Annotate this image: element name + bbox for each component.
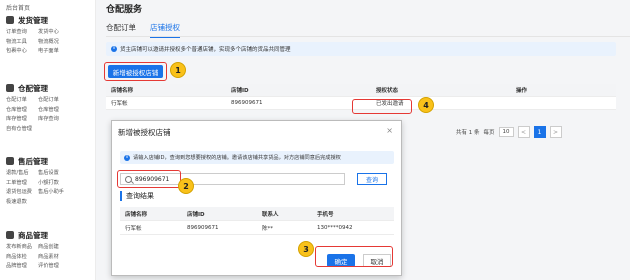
- sidebar-item[interactable]: 仓配订单: [38, 96, 70, 106]
- info-icon: i: [111, 46, 117, 52]
- service-icon: [6, 157, 14, 165]
- highlight-box: [117, 170, 181, 188]
- sidebar-group-title: 商品管理: [18, 230, 48, 240]
- sidebar-item[interactable]: 仓配订单: [6, 96, 38, 106]
- table-header: 店铺名称 店铺ID 联系人 手机号: [120, 207, 394, 221]
- sidebar-group-goods: 商品管理 发布新商品 商品创建 商品体检 商品素材 品牌管理 评价管理: [0, 229, 95, 272]
- modal-title: 新增被授权店铺: [118, 128, 171, 137]
- col-store-id: 店铺ID: [231, 88, 249, 94]
- sidebar-home-link[interactable]: 后台首页: [6, 3, 30, 12]
- add-store-modal: 新增被授权店铺 × i 请输入店铺ID，查询到您想要授权的店铺。邀请该店铺共享货品…: [111, 120, 402, 276]
- close-icon[interactable]: ×: [386, 126, 393, 135]
- sidebar-item[interactable]: 售后设置: [38, 169, 70, 179]
- info-banner: i 货主店铺可以邀请并授权多个普通店铺，实现多个店铺的货品共同管理: [106, 42, 616, 56]
- sidebar-item[interactable]: 自有仓管理: [6, 125, 38, 135]
- highlight-box: [315, 246, 393, 267]
- highlight-box: [104, 62, 167, 81]
- sidebar-group-header[interactable]: 发货管理: [0, 14, 95, 26]
- col-store-name: 店铺名称: [125, 211, 148, 218]
- result-table: 店铺名称 店铺ID 联系人 手机号 行军帐 896909671 陈** 130*…: [120, 207, 394, 235]
- next-page-button[interactable]: >: [549, 126, 562, 138]
- table-row[interactable]: 行军帐 896909671 陈** 130****0942: [120, 221, 394, 235]
- query-button[interactable]: 查询: [357, 173, 387, 185]
- sidebar: 后台首页 发货管理 订单查询 发货中心 物流工具 物流概况 包裹中心 电子面单 …: [0, 0, 96, 280]
- sidebar-item[interactable]: 发布新商品: [6, 243, 38, 253]
- truck-icon: [6, 16, 14, 24]
- modal-info-text: 请输入店铺ID，查询到您想要授权的店铺。邀请该店铺共享货品，对方店铺同意后完成授…: [133, 155, 341, 161]
- tab-divider: [106, 36, 630, 37]
- sidebar-item[interactable]: 工单管理: [6, 179, 38, 189]
- sidebar-item[interactable]: 库存查询: [38, 115, 70, 125]
- sidebar-item[interactable]: 库存管理: [6, 115, 38, 125]
- per-page-label: 每页: [483, 130, 495, 136]
- per-page-select[interactable]: 10: [498, 127, 514, 137]
- page-1-button[interactable]: 1: [533, 126, 546, 138]
- sidebar-item[interactable]: 包裹中心: [6, 47, 38, 57]
- sidebar-group-header[interactable]: 售后管理: [0, 155, 95, 167]
- app-root: 后台首页 发货管理 订单查询 发货中心 物流工具 物流概况 包裹中心 电子面单 …: [0, 0, 630, 280]
- sidebar-item[interactable]: 评价管理: [38, 262, 70, 272]
- col-phone: 手机号: [317, 211, 334, 218]
- cell-phone: 130****0942: [317, 224, 353, 231]
- col-auth-status: 授权状态: [376, 88, 399, 94]
- cell-store-id: 896909671: [231, 100, 263, 106]
- query-result-title: 查询结果: [120, 191, 154, 201]
- step-badge-4: 4: [418, 97, 434, 113]
- sidebar-item[interactable]: 商品素材: [38, 253, 70, 263]
- page-title: 仓配服务: [106, 5, 143, 15]
- info-icon: i: [124, 154, 130, 161]
- cell-contact: 陈**: [262, 225, 274, 232]
- sidebar-group-header[interactable]: 商品管理: [0, 229, 95, 241]
- sidebar-item[interactable]: 商品创建: [38, 243, 70, 253]
- table-header: 店铺名称 店铺ID 授权状态 操作: [106, 84, 616, 97]
- sidebar-item[interactable]: 商品体检: [6, 253, 38, 263]
- sidebar-item[interactable]: 小额打款: [38, 179, 70, 189]
- highlight-box: [352, 99, 412, 114]
- sidebar-item[interactable]: 退款/售后: [6, 169, 38, 179]
- sidebar-item[interactable]: 退货包运费: [6, 188, 38, 198]
- col-store-id: 店铺ID: [187, 211, 205, 218]
- info-text: 货主店铺可以邀请并授权多个普通店铺，实现多个店铺的货品共同管理: [120, 47, 291, 53]
- sidebar-group-aftersale: 售后管理 退款/售后 售后设置 工单管理 小额打款 退货包运费 售后小助手 极速…: [0, 155, 95, 208]
- modal-info-banner: i 请输入店铺ID，查询到您想要授权的店铺。邀请该店铺共享货品，对方店铺同意后完成…: [120, 151, 394, 164]
- col-contact: 联系人: [262, 211, 279, 218]
- sidebar-item[interactable]: 仓库管理: [6, 106, 38, 116]
- col-actions: 操作: [516, 88, 528, 94]
- cell-store-name: 行军帐: [125, 225, 142, 232]
- sidebar-item[interactable]: 仓库管理: [38, 106, 70, 116]
- sidebar-item[interactable]: 售后小助手: [38, 188, 70, 198]
- goods-icon: [6, 231, 14, 239]
- sidebar-group-header[interactable]: 仓配管理: [0, 82, 95, 94]
- cell-store-name: 行军帐: [111, 101, 128, 107]
- pagination: 共有 1 条 每页 10 < 1 >: [456, 126, 562, 138]
- sidebar-item[interactable]: 极速退款: [6, 198, 38, 208]
- sidebar-group-title: 发货管理: [18, 15, 48, 25]
- sidebar-item[interactable]: 物流概况: [38, 38, 70, 48]
- sidebar-group-title: 仓配管理: [18, 83, 48, 93]
- sidebar-group-title: 售后管理: [18, 156, 48, 166]
- sidebar-item[interactable]: 物流工具: [6, 38, 38, 48]
- step-badge-1: 1: [170, 62, 186, 78]
- col-store-name: 店铺名称: [111, 88, 134, 94]
- sidebar-item[interactable]: 电子面单: [38, 47, 70, 57]
- sidebar-item[interactable]: 发货中心: [38, 28, 70, 38]
- cell-store-id: 896909671: [187, 224, 219, 231]
- step-badge-2: 2: [178, 178, 194, 194]
- warehouse-icon: [6, 84, 14, 92]
- sidebar-item[interactable]: 订单查询: [6, 28, 38, 38]
- sidebar-group-shipping: 发货管理 订单查询 发货中心 物流工具 物流概况 包裹中心 电子面单: [0, 14, 95, 57]
- prev-page-button[interactable]: <: [517, 126, 530, 138]
- sidebar-group-warehouse: 仓配管理 仓配订单 仓配订单 仓库管理 仓库管理 库存管理 库存查询 自有仓管理: [0, 82, 95, 135]
- total-count: 共有 1 条: [456, 130, 480, 136]
- step-badge-3: 3: [298, 241, 314, 257]
- sidebar-item[interactable]: 品牌管理: [6, 262, 38, 272]
